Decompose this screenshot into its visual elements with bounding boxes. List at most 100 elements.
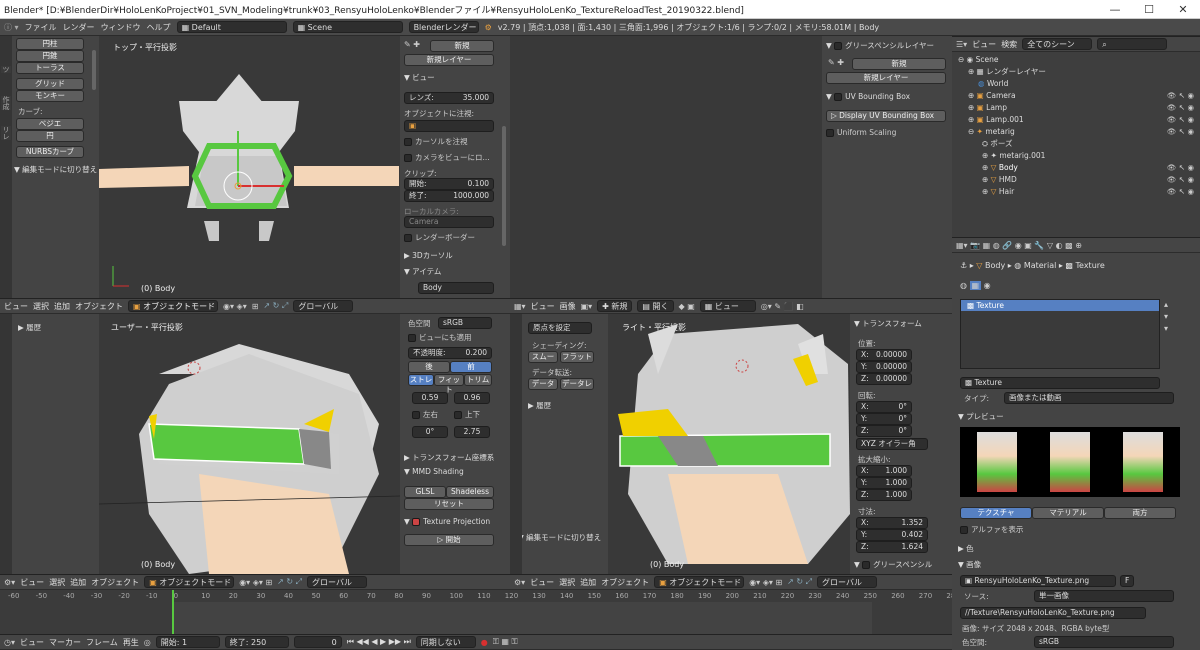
outliner-row-body[interactable]: ⊕ ▽ Body <box>982 162 1018 174</box>
uv-image-menu[interactable]: 画像 <box>560 301 576 312</box>
right-object-menu[interactable]: オブジェクト <box>601 577 649 588</box>
lock-camera-check[interactable]: カメラをビューにロ... <box>404 152 490 163</box>
loc-z-field[interactable]: Z: 0.00000 <box>856 373 912 385</box>
outliner-row-lamp[interactable]: ⊕ ▣ Lamp <box>968 102 1007 114</box>
outliner-row-hair[interactable]: ⊕ ▽ Hair <box>982 186 1014 198</box>
current-frame-field[interactable]: 0 <box>293 636 342 648</box>
start-frame-field[interactable]: 開始: 1 <box>155 636 220 648</box>
gp-layer-title[interactable]: ▼ グリースペンシルレイヤー <box>826 40 934 51</box>
mmd-shading-section[interactable]: ▼ MMD Shading <box>404 467 464 476</box>
preview-tab-texture[interactable]: テクスチャ <box>960 507 1032 519</box>
editor-type-icon[interactable]: ⚙▾ <box>4 578 15 587</box>
render-border-check[interactable]: レンダーボーダー <box>404 232 475 243</box>
smooth-button[interactable]: スムー <box>528 351 558 363</box>
user-add-menu[interactable]: 追加 <box>70 577 86 588</box>
keying-icons[interactable]: ⚿ ▦ ⚿ <box>493 637 518 647</box>
texproj-start-button[interactable]: ▷ 開始 <box>404 534 494 546</box>
glsl-button[interactable]: GLSL <box>404 486 446 498</box>
torus-button[interactable]: トーラス <box>16 62 84 74</box>
monkey-button[interactable]: モンキー <box>16 90 84 102</box>
render-engine-select[interactable]: Blenderレンダー <box>408 21 479 33</box>
viewport-right[interactable]: ライト・平行投影 (0) Body <box>608 314 850 574</box>
loc-x-field[interactable]: X: 0.00000 <box>856 349 912 361</box>
menu-render[interactable]: レンダー <box>63 22 95 33</box>
orientation-select[interactable]: グローバル <box>293 300 354 312</box>
scene-select[interactable]: ▦ Scene <box>292 21 403 33</box>
colorspace-prop-select[interactable]: sRGB <box>1034 636 1174 648</box>
outliner-row-scene[interactable]: ⊖ ◉ Scene <box>958 54 998 66</box>
data-button[interactable]: データ <box>528 378 558 390</box>
outliner-row-lamp001[interactable]: ⊕ ▣ Lamp.001 <box>968 114 1024 126</box>
rotation-mode-select[interactable]: XYZ オイラー角 <box>856 438 928 450</box>
outliner-row-world[interactable]: ◍ World <box>978 78 1008 90</box>
uv-misc-icons[interactable]: ◎▾ ✎ ⬛ ◧ <box>761 302 804 311</box>
data-layers-button[interactable]: データレ <box>560 378 594 390</box>
n-panel-top-scrollbar[interactable] <box>502 126 506 246</box>
view-menu[interactable]: ビュー <box>4 301 28 312</box>
fit-button[interactable]: フィット <box>434 374 464 394</box>
image-section[interactable]: ▼ 画像 <box>958 559 981 570</box>
outliner-row-renderlayer[interactable]: ⊕ ▦ レンダーレイヤー <box>968 66 1046 78</box>
image-new-button[interactable]: ✚ 新規 <box>597 300 633 312</box>
sc-x-field[interactable]: X: 1.000 <box>856 465 912 477</box>
set-origin-select[interactable]: 原点を設定 <box>528 322 592 334</box>
history-left[interactable]: ▶ 履歴 <box>18 322 41 333</box>
stretch-button[interactable]: ストレ <box>408 374 434 386</box>
local-camera-field[interactable]: Camera <box>404 216 494 228</box>
record-icon[interactable]: ● <box>481 638 488 647</box>
right-add-menu[interactable]: 追加 <box>580 577 596 588</box>
colorspace-select[interactable]: sRGB <box>438 317 492 329</box>
user-view-menu[interactable]: ビュー <box>20 577 44 588</box>
item-section[interactable]: ▼ アイテム <box>404 266 441 277</box>
user-shading-icon[interactable]: ◉▾ ◈▾ ⊞ <box>239 578 272 587</box>
cursor3d-section[interactable]: ▶ 3Dカーソル <box>404 250 453 261</box>
item-name-field[interactable]: Body <box>418 282 494 294</box>
clip-start-field[interactable]: 開始: 0.100 <box>404 178 494 190</box>
offset-x-field[interactable]: 0.59 <box>412 392 448 404</box>
right-orientation-select[interactable]: グローバル <box>817 576 878 588</box>
opacity-field[interactable]: 不透明度: 0.200 <box>408 347 492 359</box>
dim-x-field[interactable]: X: 1.352 <box>856 517 928 529</box>
gp-pen-icon[interactable]: ✎ ✚ <box>404 40 420 49</box>
grid-button[interactable]: グリッド <box>16 78 84 90</box>
user-object-menu[interactable]: オブジェクト <box>91 577 139 588</box>
show-alpha-check[interactable]: アルファを表示 <box>960 524 1023 535</box>
reset-button[interactable]: リセット <box>404 498 494 510</box>
timeline-playback-menu[interactable]: 再生 <box>123 637 139 648</box>
rot-z-field[interactable]: Z: 0° <box>856 425 912 437</box>
loc-y-field[interactable]: Y: 0.00000 <box>856 361 912 373</box>
history-uv[interactable]: ▶ 履歴 <box>528 400 551 411</box>
slot-side-buttons[interactable]: ▴ ▾ ▾ <box>1164 299 1168 335</box>
outliner-view-menu[interactable]: ビュー <box>972 39 996 50</box>
viewport-top[interactable]: トップ・平行投影 (0) Body <box>99 36 400 298</box>
outliner-row-pose[interactable]: ⛭ ポーズ <box>982 138 1013 150</box>
menu-help[interactable]: ヘルプ <box>147 22 171 33</box>
dim-z-field[interactable]: Z: 1.624 <box>856 541 928 553</box>
editmode-toggle-uv[interactable]: ▼ 編集モードに切り替え <box>522 532 601 543</box>
front-button[interactable]: 前 <box>450 361 492 373</box>
uv-editor-icon[interactable]: ▦▾ <box>514 302 526 311</box>
object-menu[interactable]: オブジェクト <box>75 301 123 312</box>
user-orientation-select[interactable]: グローバル <box>307 576 368 588</box>
rotation-field[interactable]: 0° <box>412 426 448 438</box>
cone-button[interactable]: 円錐 <box>16 50 84 62</box>
tex-context-icons[interactable]: ◍ ▦ ◉ <box>960 281 991 290</box>
source-select[interactable]: 単一画像 <box>1034 590 1174 602</box>
gp-pen-icon-2[interactable]: ✎ ✚ <box>828 58 844 67</box>
add-menu[interactable]: 追加 <box>54 301 70 312</box>
properties-tab-icons[interactable]: ▦▾ 📷 ▦ ◍ 🔗 ◉ ▣ 🔧 ▽ ◐ ▩ ⊕ <box>956 241 1082 250</box>
right-mode-select[interactable]: ▣ オブジェクトモード <box>654 576 745 588</box>
gp-new-layer-button-2[interactable]: 新規レイヤー <box>826 72 946 84</box>
lock-object-field[interactable]: ▣ <box>404 120 494 132</box>
user-select-menu[interactable]: 選択 <box>49 577 65 588</box>
clip-end-field[interactable]: 終了: 1000.000 <box>404 190 494 202</box>
transform-section[interactable]: ▼ トランスフォーム <box>854 318 922 329</box>
trim-button[interactable]: トリム <box>464 374 492 386</box>
layout-select[interactable]: ▦ Default <box>176 21 287 33</box>
shading-icon[interactable]: ◉▾ ◈▾ <box>223 302 247 311</box>
outliner-row-metarig001[interactable]: ⊕ ✦ metarig.001 <box>982 150 1045 162</box>
end-frame-field[interactable]: 終了: 250 <box>224 636 289 648</box>
lens-field[interactable]: レンズ: 35.000 <box>404 92 494 104</box>
timeline-editor-icon[interactable]: ◷▾ <box>4 638 15 647</box>
maximize-button[interactable]: ☐ <box>1132 0 1166 19</box>
